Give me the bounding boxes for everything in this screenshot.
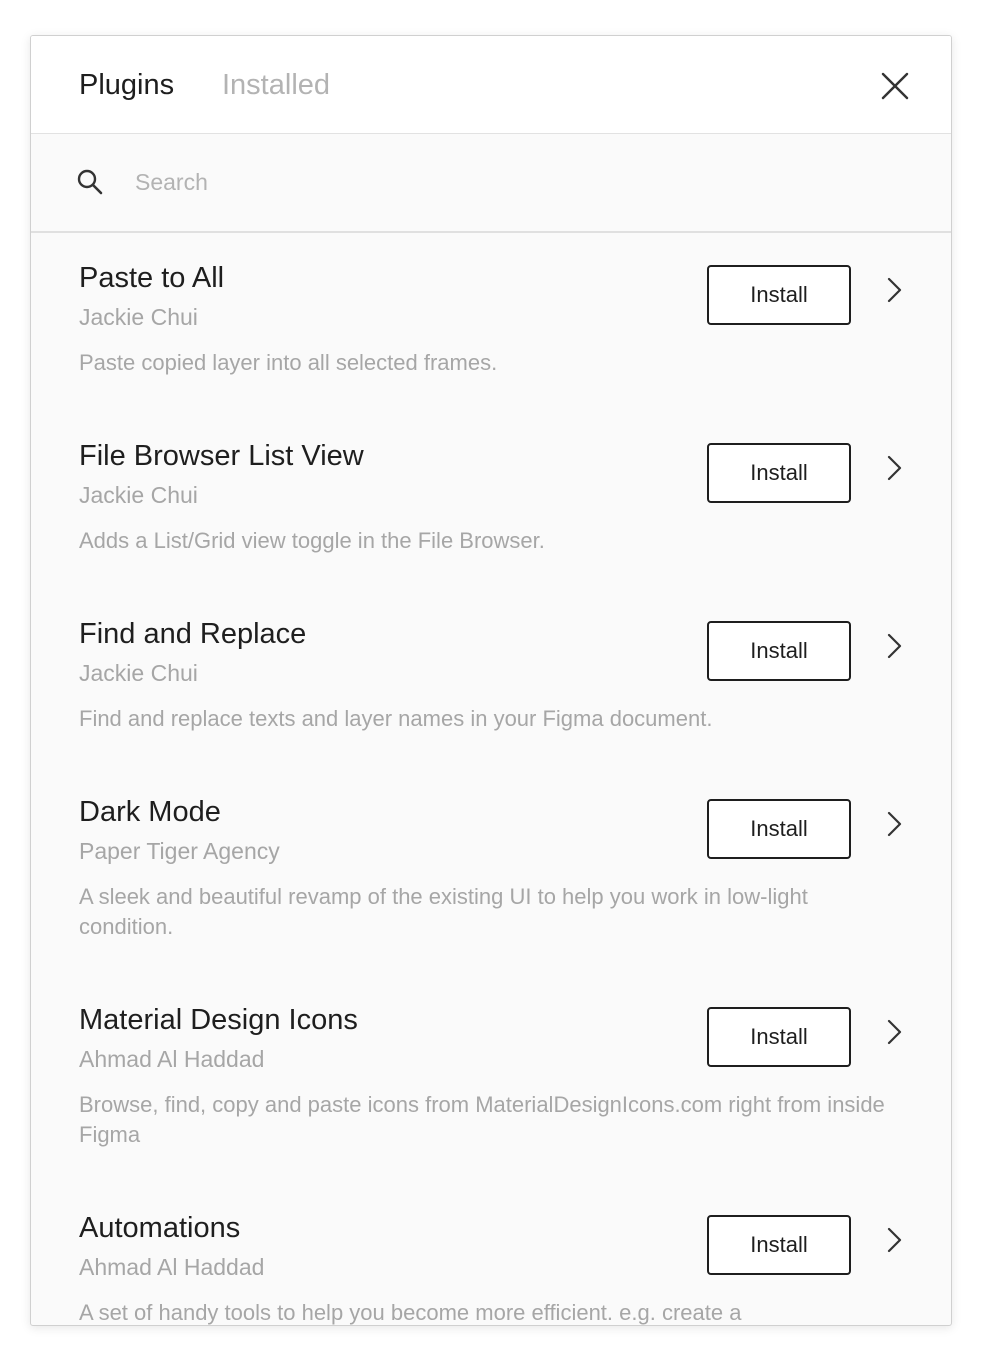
dialog-header: Plugins Installed (31, 36, 951, 134)
plugin-title: Dark Mode (79, 796, 221, 828)
close-icon[interactable] (877, 68, 913, 104)
chevron-right-icon[interactable] (883, 632, 907, 660)
chevron-right-icon[interactable] (883, 276, 907, 304)
tab-plugins[interactable]: Plugins (79, 67, 174, 103)
install-button[interactable]: Install (707, 1215, 851, 1275)
plugin-author: Ahmad Al Haddad (79, 1254, 265, 1280)
plugin-description: Paste copied layer into all selected fra… (79, 350, 498, 375)
plugin-author: Ahmad Al Haddad (79, 1046, 265, 1072)
install-button[interactable]: Install (707, 621, 851, 681)
plugin-description: Browse, find, copy and paste icons from … (79, 1092, 885, 1147)
install-button[interactable]: Install (707, 443, 851, 503)
chevron-right-icon[interactable] (883, 1018, 907, 1046)
tab-installed[interactable]: Installed (222, 67, 330, 103)
plugins-dialog: Plugins Installed Paste to All Jackie Ch… (30, 35, 952, 1326)
search-icon (76, 168, 104, 196)
install-button[interactable]: Install (707, 799, 851, 859)
chevron-right-icon[interactable] (883, 1226, 907, 1254)
install-button[interactable]: Install (707, 265, 851, 325)
search-bar (31, 134, 951, 233)
plugin-description: Find and replace texts and layer names i… (79, 706, 713, 731)
plugin-title: Automations (79, 1212, 241, 1244)
plugin-author: Jackie Chui (79, 482, 198, 508)
install-button[interactable]: Install (707, 1007, 851, 1067)
plugin-author: Paper Tiger Agency (79, 838, 280, 864)
plugin-title: Material Design Icons (79, 1004, 358, 1036)
plugin-author: Jackie Chui (79, 660, 198, 686)
plugin-title: Paste to All (79, 262, 225, 294)
chevron-right-icon[interactable] (883, 454, 907, 482)
plugin-description: Adds a List/Grid view toggle in the File… (79, 528, 545, 553)
chevron-right-icon[interactable] (883, 810, 907, 838)
search-input[interactable] (135, 162, 895, 202)
plugin-title: File Browser List View (79, 440, 364, 472)
plugin-list: Paste to All Jackie Chui Paste copied la… (31, 233, 951, 1325)
plugin-description: A sleek and beautiful revamp of the exis… (79, 884, 808, 939)
plugin-description: A set of handy tools to help you become … (79, 1300, 742, 1325)
plugin-author: Jackie Chui (79, 304, 198, 330)
plugin-title: Find and Replace (79, 618, 307, 650)
